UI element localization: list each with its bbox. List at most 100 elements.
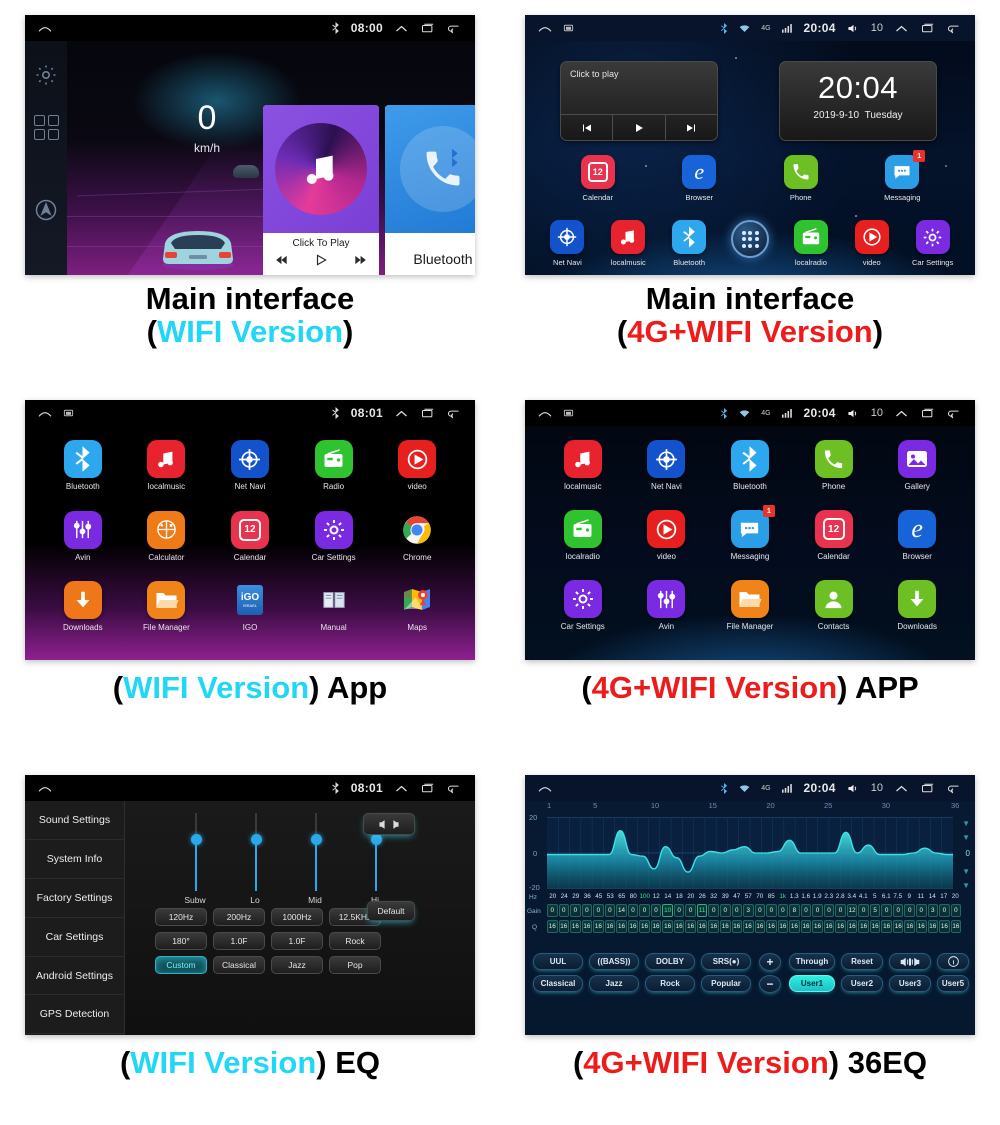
eq36-button-user2[interactable]: User2 <box>841 975 883 992</box>
eq-button-180-[interactable]: 180° <box>155 932 207 950</box>
maps-icon[interactable]: G <box>398 581 436 619</box>
tile-music[interactable]: Click To Play <box>263 105 379 275</box>
gain-cell[interactable]: 0 <box>650 904 662 917</box>
gain-cell[interactable]: 0 <box>604 904 616 917</box>
volume-icon[interactable] <box>847 408 860 419</box>
recents-icon[interactable] <box>920 782 935 794</box>
gallery-icon[interactable] <box>898 440 937 478</box>
navigation-icon[interactable] <box>34 198 58 222</box>
sliders-icon[interactable] <box>647 580 686 618</box>
eq36-button-through[interactable]: Through <box>789 953 835 970</box>
recents-icon[interactable] <box>420 407 435 419</box>
gain-cell[interactable]: 12 <box>846 904 858 917</box>
q-cell[interactable]: 16 <box>892 920 904 933</box>
radio-icon[interactable] <box>563 510 602 548</box>
recents-icon[interactable] <box>920 407 935 419</box>
q-cell[interactable]: 16 <box>916 920 927 933</box>
eq36-button-popular[interactable]: Popular <box>701 975 751 992</box>
compass-icon[interactable] <box>230 440 269 478</box>
app-igo[interactable]: iGO ISRAEL IGO <box>208 581 292 652</box>
q-cell[interactable]: 16 <box>950 920 962 933</box>
eq-button-jazz[interactable]: Jazz <box>271 956 323 974</box>
back-icon[interactable] <box>446 22 461 34</box>
gain-cell[interactable]: 10 <box>662 904 673 917</box>
q-cell[interactable]: 16 <box>823 920 835 933</box>
prev-icon[interactable] <box>273 253 291 267</box>
calendar-icon[interactable]: 12 <box>814 510 853 548</box>
next-icon[interactable] <box>664 115 717 140</box>
browser-e-icon[interactable]: e <box>898 510 937 548</box>
phone-icon[interactable] <box>783 155 818 189</box>
app-avin[interactable]: Avin <box>625 580 709 650</box>
folder-icon[interactable] <box>147 581 186 620</box>
play-circle-icon[interactable] <box>854 220 889 254</box>
chevron-up-icon[interactable] <box>894 783 909 794</box>
gain-cell[interactable]: 0 <box>719 904 731 917</box>
app-video[interactable]: video <box>625 510 709 580</box>
q-cell[interactable]: 16 <box>939 920 950 933</box>
app-net-navi[interactable]: Net Navi <box>208 440 292 511</box>
chevron-down-icon[interactable]: ▼ <box>962 881 970 890</box>
q-cell[interactable]: 16 <box>581 920 593 933</box>
eq-slider-knob[interactable] <box>250 834 262 845</box>
bluetooth-icon[interactable] <box>63 440 102 478</box>
radio-icon[interactable] <box>314 440 353 478</box>
q-cell[interactable]: 16 <box>662 920 673 933</box>
gain-cell[interactable]: 14 <box>616 904 627 917</box>
q-cell[interactable]: 16 <box>777 920 789 933</box>
phone-icon[interactable] <box>814 440 853 478</box>
q-cell[interactable]: 16 <box>754 920 766 933</box>
recents-icon[interactable] <box>420 782 435 794</box>
back-icon[interactable] <box>446 407 461 419</box>
back-icon[interactable] <box>946 407 961 419</box>
gain-cell[interactable]: 0 <box>754 904 766 917</box>
q-cell[interactable]: 16 <box>593 920 604 933</box>
eq-button-classical[interactable]: Classical <box>213 956 265 974</box>
compass-icon[interactable] <box>550 220 585 254</box>
back-icon[interactable] <box>446 782 461 794</box>
app-downloads[interactable]: Downloads <box>41 581 125 652</box>
gain-cell[interactable]: 5 <box>869 904 881 917</box>
app-localmusic[interactable]: localmusic <box>598 220 659 267</box>
eq-button-200hz[interactable]: 200Hz <box>213 908 265 926</box>
music-controls[interactable] <box>263 249 379 267</box>
gain-cell[interactable]: 0 <box>558 904 570 917</box>
app-maps[interactable]: G Maps <box>375 581 459 652</box>
home-icon[interactable] <box>37 22 53 34</box>
chevron-down-icon[interactable]: ▼ <box>962 819 970 828</box>
q-cell[interactable]: 16 <box>673 920 685 933</box>
compass-icon[interactable] <box>647 440 686 478</box>
contacts-icon[interactable] <box>814 580 853 618</box>
clock-card[interactable]: 20:04 2019-9-10 Tuesday <box>779 61 937 141</box>
eq36-button-rock[interactable]: Rock <box>645 975 695 992</box>
q-cell[interactable]: 16 <box>812 920 823 933</box>
eq36-button-srs-[interactable]: SRS(●) <box>701 953 751 970</box>
sidebar-item-car-settings[interactable]: Car Settings <box>25 918 124 957</box>
music-note-icon[interactable] <box>611 220 646 254</box>
home-icon[interactable] <box>537 22 553 34</box>
app-calendar[interactable]: 12 Calendar <box>208 510 292 582</box>
sidebar-item-system-info[interactable]: System Info <box>25 840 124 879</box>
app-chrome[interactable]: Chrome <box>375 511 459 582</box>
app-browser[interactable]: e Browser <box>875 510 959 580</box>
gain-cell[interactable]: 11 <box>696 904 708 917</box>
recents-icon[interactable] <box>420 22 435 34</box>
screenshot-icon[interactable] <box>563 408 574 418</box>
chevron-down-icon[interactable]: ▼ <box>962 833 970 842</box>
app-localradio[interactable]: localradio <box>780 220 841 267</box>
gear-icon[interactable] <box>34 63 58 87</box>
prev-icon[interactable] <box>561 115 612 140</box>
app-contacts[interactable]: Contacts <box>792 580 876 650</box>
q-cell[interactable]: 16 <box>708 920 719 933</box>
calendar-icon[interactable]: 12 <box>230 510 269 549</box>
recents-icon[interactable] <box>920 22 935 34</box>
gain-cell[interactable]: 0 <box>777 904 789 917</box>
eq36-button--bass-[interactable]: ((BASS)) <box>589 953 639 970</box>
eq-button-custom[interactable]: Custom <box>155 956 207 974</box>
chrome-icon[interactable] <box>398 511 436 549</box>
sidebar-item-sound-settings[interactable]: Sound Settings <box>25 801 124 840</box>
q-cell[interactable]: 16 <box>904 920 915 933</box>
chevron-up-icon[interactable] <box>894 23 909 34</box>
app-localradio[interactable]: localradio <box>541 510 625 580</box>
play-icon[interactable] <box>312 253 330 267</box>
